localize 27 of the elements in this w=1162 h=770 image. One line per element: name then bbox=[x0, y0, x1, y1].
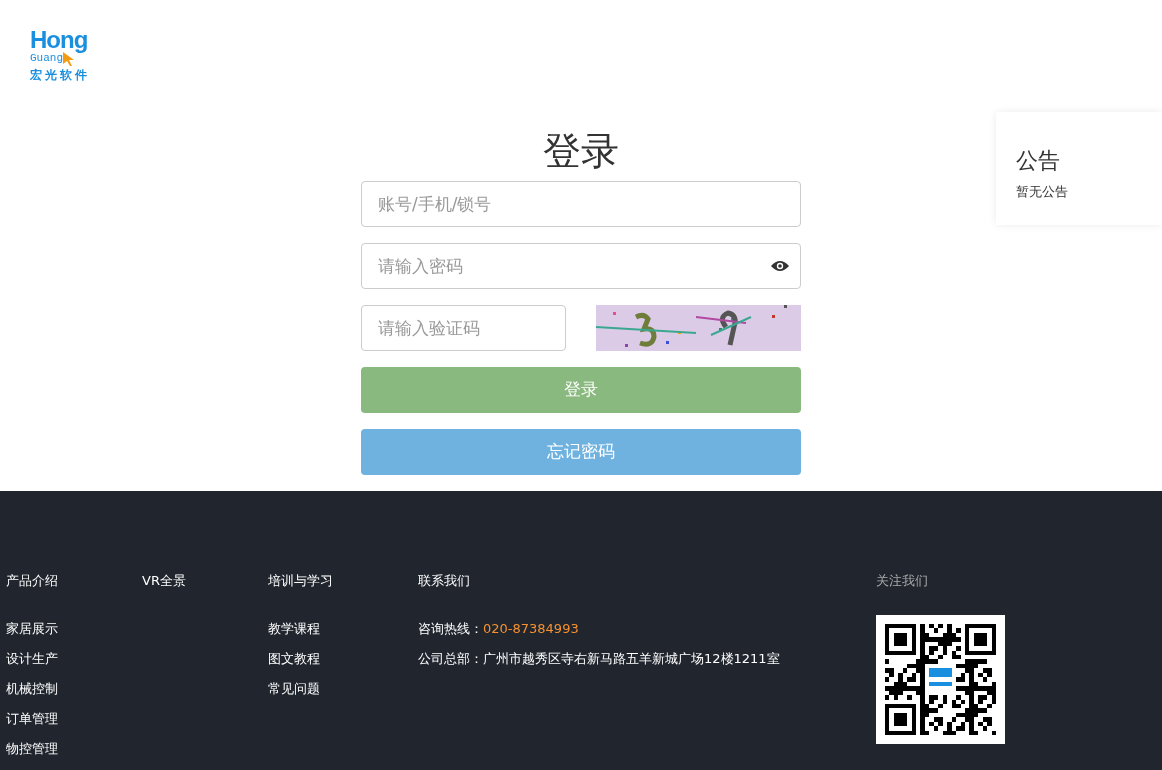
account-field[interactable]: 账号/手机/锁号 bbox=[361, 181, 801, 227]
footer-heading: 关注我们 bbox=[876, 572, 929, 590]
notice-title: 公告 bbox=[1016, 150, 1061, 172]
login-title: 登录 bbox=[542, 132, 620, 170]
footer-heading: 产品介绍 bbox=[6, 572, 59, 590]
logo-text: Hong bbox=[30, 28, 88, 52]
footer-link[interactable]: 图文教程 bbox=[268, 649, 418, 679]
footer-heading: 联系我们 bbox=[418, 572, 471, 590]
footer-heading: 培训与学习 bbox=[268, 572, 334, 590]
footer-link[interactable]: 机械控制 bbox=[6, 679, 142, 709]
footer-link[interactable]: 家居展示 bbox=[6, 619, 142, 649]
eye-icon[interactable] bbox=[771, 260, 789, 272]
footer-link[interactable]: 教学课程 bbox=[268, 619, 418, 649]
footer-link[interactable]: 订单管理 bbox=[6, 709, 142, 739]
logo-name: 宏光软件 bbox=[30, 69, 91, 81]
password-field[interactable]: 请输入密码 bbox=[361, 243, 801, 289]
company-address: 公司总部：广州市越秀区寺右新马路五羊新城广场12楼1211室 bbox=[418, 650, 781, 668]
footer-heading: VR全景 bbox=[142, 572, 187, 590]
footer-link[interactable]: 设计生产 bbox=[6, 649, 142, 679]
footer-link[interactable]: 常见问题 bbox=[268, 679, 418, 709]
notice-text: 暂无公告 bbox=[1016, 183, 1069, 201]
hotline-label: 咨询热线： bbox=[418, 621, 483, 636]
captcha-field[interactable]: 请输入验证码 bbox=[361, 305, 566, 351]
cursor-icon bbox=[63, 52, 75, 66]
footer-link[interactable]: 物控管理 bbox=[6, 739, 142, 769]
logo-text: Guang bbox=[30, 52, 63, 64]
hotline-number: 020-87384993 bbox=[483, 621, 579, 636]
